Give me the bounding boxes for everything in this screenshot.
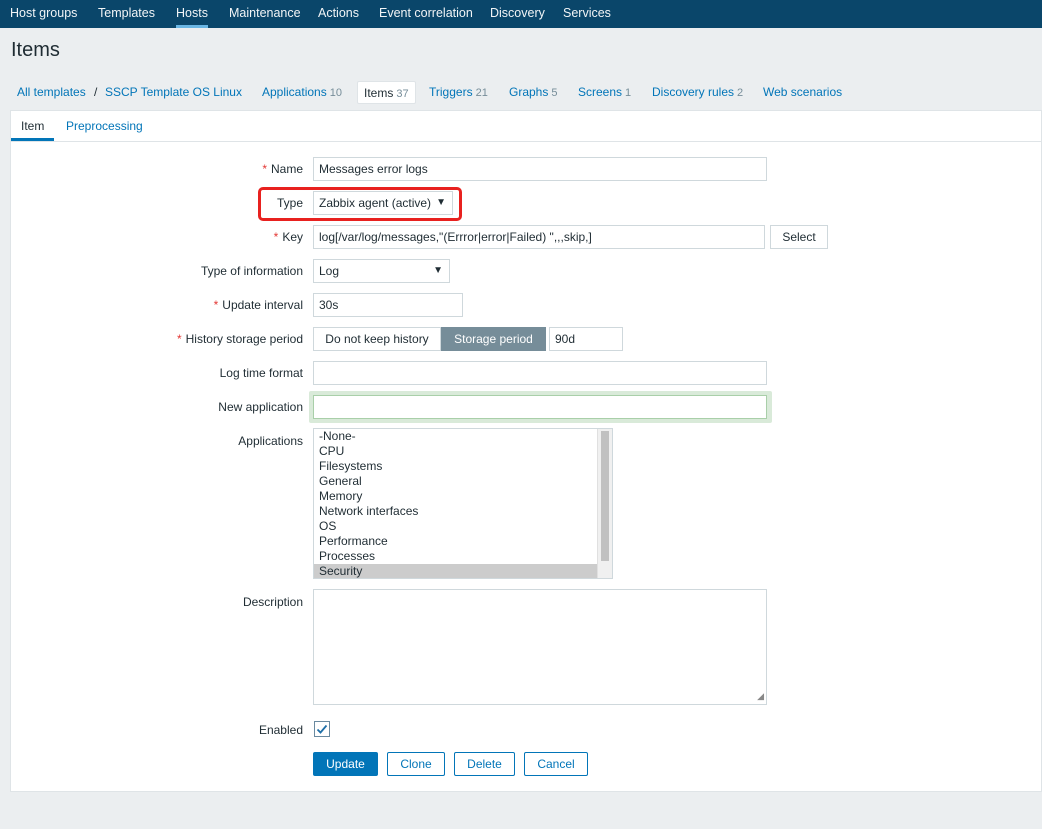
list-item[interactable]: General xyxy=(314,474,598,489)
name-label: * Name xyxy=(262,162,303,176)
new-application-label: New application xyxy=(218,400,303,414)
breadcrumb-separator: / xyxy=(94,85,98,99)
scrollbar-thumb[interactable] xyxy=(601,431,609,561)
form-tabs: Item Preprocessing xyxy=(10,111,1041,142)
cancel-button[interactable]: Cancel xyxy=(524,752,588,776)
applications-label: Applications xyxy=(238,434,303,448)
key-input[interactable]: log[/var/log/messages,"(Errror|error|Fai… xyxy=(313,225,765,249)
history-do-not-keep-button[interactable]: Do not keep history xyxy=(313,327,441,351)
key-select-button[interactable]: Select xyxy=(770,225,828,249)
list-item[interactable]: Processes xyxy=(314,549,598,564)
top-navigation: Host groups Templates Hosts Maintenance … xyxy=(0,0,1042,28)
list-item[interactable]: Network interfaces xyxy=(314,504,598,519)
description-textarea[interactable]: ◢ xyxy=(313,589,767,705)
log-time-format-input[interactable] xyxy=(313,361,767,385)
list-item[interactable]: OS xyxy=(314,519,598,534)
new-application-input[interactable] xyxy=(313,395,767,419)
page-title: Items xyxy=(11,39,60,61)
nav-templates[interactable]: Templates xyxy=(98,0,155,28)
item-form: Item Preprocessing * Name Messages error … xyxy=(10,110,1042,792)
tab-applications[interactable]: Applications 10 xyxy=(262,85,342,99)
tab-screens[interactable]: Screens 1 xyxy=(578,85,631,99)
tab-triggers[interactable]: Triggers 21 xyxy=(429,85,488,99)
list-item[interactable]: Performance xyxy=(314,534,598,549)
breadcrumb: All templates / SSCP Template OS Linux A… xyxy=(0,80,1042,106)
history-period-input[interactable]: 90d xyxy=(549,327,623,351)
delete-button[interactable]: Delete xyxy=(454,752,515,776)
nav-hosts[interactable]: Hosts xyxy=(176,0,208,28)
nav-event-correlation[interactable]: Event correlation xyxy=(379,0,473,28)
list-item[interactable]: -None- xyxy=(314,429,598,444)
update-interval-input[interactable]: 30s xyxy=(313,293,463,317)
nav-maintenance[interactable]: Maintenance xyxy=(229,0,301,28)
list-item[interactable]: Filesystems xyxy=(314,459,598,474)
list-item-selected[interactable]: Security xyxy=(314,564,598,578)
name-input[interactable]: Messages error logs xyxy=(313,157,767,181)
update-button[interactable]: Update xyxy=(313,752,378,776)
enabled-checkbox[interactable] xyxy=(314,721,330,737)
type-of-information-label: Type of information xyxy=(200,264,303,278)
nav-actions[interactable]: Actions xyxy=(318,0,359,28)
type-highlight-box xyxy=(258,187,462,221)
nav-services[interactable]: Services xyxy=(563,0,611,28)
clone-button[interactable]: Clone xyxy=(387,752,445,776)
applications-listbox[interactable]: -None- CPU Filesystems General Memory Ne… xyxy=(313,428,613,579)
type-of-information-select[interactable]: Log ▼ xyxy=(313,259,450,283)
resize-grip-icon[interactable]: ◢ xyxy=(757,691,764,702)
tab-web-scenarios[interactable]: Web scenarios xyxy=(763,85,842,99)
checkmark-icon xyxy=(316,724,328,734)
dropdown-arrow-icon: ▼ xyxy=(433,265,443,276)
breadcrumb-all-templates[interactable]: All templates xyxy=(17,85,86,99)
list-item[interactable]: CPU xyxy=(314,444,598,459)
breadcrumb-template[interactable]: SSCP Template OS Linux xyxy=(105,85,242,99)
update-interval-label: * Update interval xyxy=(213,298,303,312)
form-tab-item[interactable]: Item xyxy=(10,119,55,141)
nav-discovery[interactable]: Discovery xyxy=(490,0,545,28)
history-storage-period-button[interactable]: Storage period xyxy=(441,327,546,351)
tab-graphs[interactable]: Graphs 5 xyxy=(509,85,557,99)
key-label: * Key xyxy=(273,230,303,244)
enabled-label: Enabled xyxy=(258,723,303,737)
tab-items[interactable]: Items 37 xyxy=(357,81,416,104)
listbox-scrollbar[interactable] xyxy=(597,429,612,578)
form-tab-preprocessing[interactable]: Preprocessing xyxy=(66,119,143,133)
list-item[interactable]: Memory xyxy=(314,489,598,504)
log-time-format-label: Log time format xyxy=(219,366,303,380)
tab-discovery-rules[interactable]: Discovery rules 2 xyxy=(652,85,743,99)
history-storage-label: * History storage period xyxy=(176,332,303,346)
description-label: Description xyxy=(242,595,303,609)
nav-host-groups[interactable]: Host groups xyxy=(10,0,77,28)
